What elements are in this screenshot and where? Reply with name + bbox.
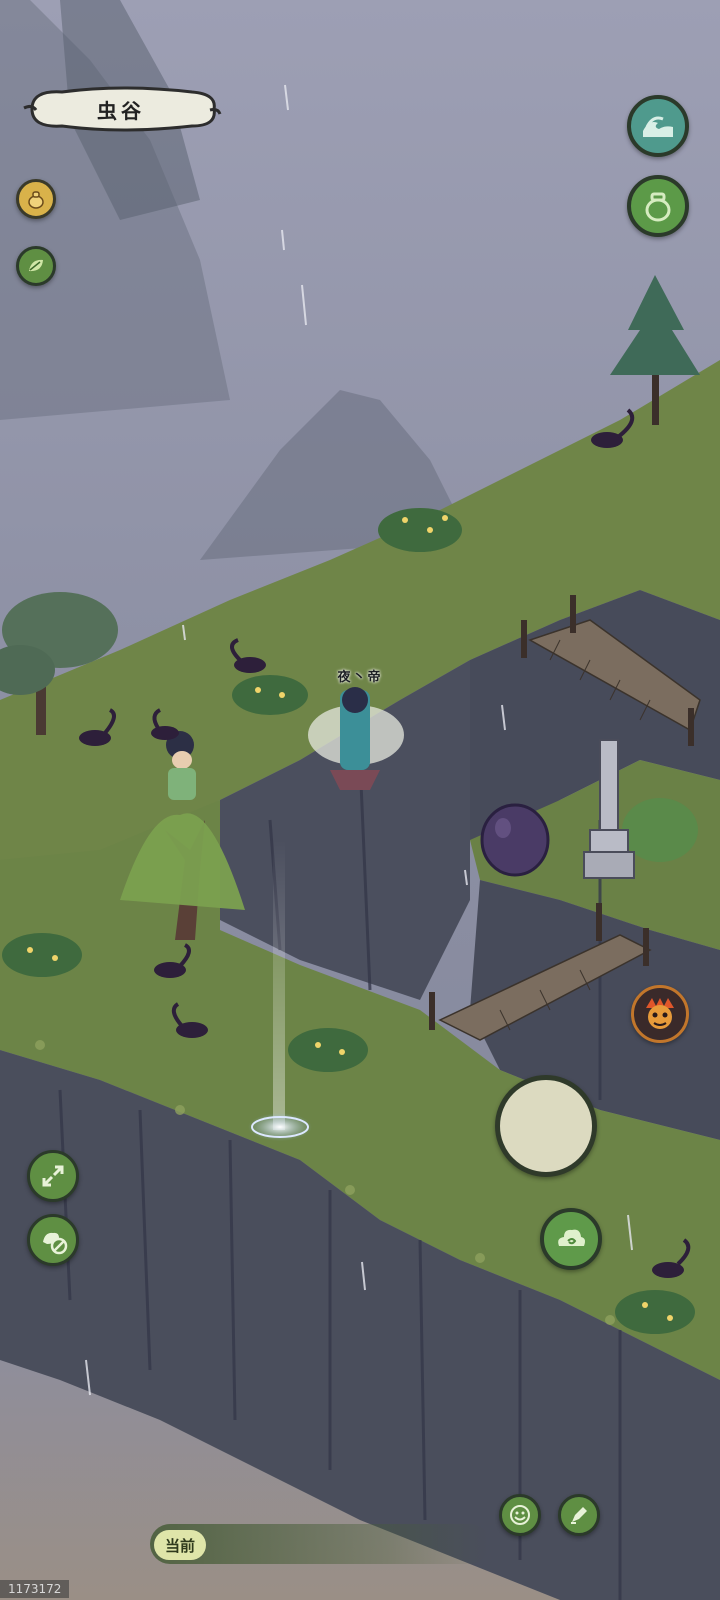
compose-button[interactable] [558, 1494, 600, 1536]
chat-message [214, 1534, 474, 1556]
emoji-button[interactable] [499, 1494, 541, 1536]
expand-arrows-icon [42, 1165, 64, 1187]
location-name[interactable]: 虫谷 [26, 86, 216, 132]
no-pet-icon [43, 1232, 68, 1255]
demon-face-button[interactable] [631, 985, 689, 1043]
build-id: 1173172 [0, 1580, 70, 1598]
game-scene [0, 0, 720, 1600]
expand-button[interactable] [27, 1150, 79, 1202]
wave-button[interactable] [627, 95, 689, 157]
leaf-button[interactable] [16, 246, 56, 286]
smiley-icon [510, 1505, 530, 1525]
gourd-pouch-icon [28, 191, 44, 209]
player-name: 夜丶帝 [337, 670, 383, 685]
demon-face-icon [646, 998, 674, 1029]
jar-button[interactable] [627, 175, 689, 237]
cloud-swirl-icon [558, 1229, 585, 1246]
no-pet-button[interactable] [27, 1214, 79, 1266]
leaf-icon [29, 259, 43, 272]
joystick[interactable] [495, 1075, 597, 1177]
pen-check-icon [571, 1507, 587, 1524]
chat-channel-tag[interactable]: 当前 [154, 1530, 206, 1560]
jar-icon [645, 192, 671, 222]
wave-icon [643, 116, 673, 137]
cloud-swirl-button[interactable] [540, 1208, 602, 1270]
gourd-pouch-button[interactable] [16, 179, 56, 219]
